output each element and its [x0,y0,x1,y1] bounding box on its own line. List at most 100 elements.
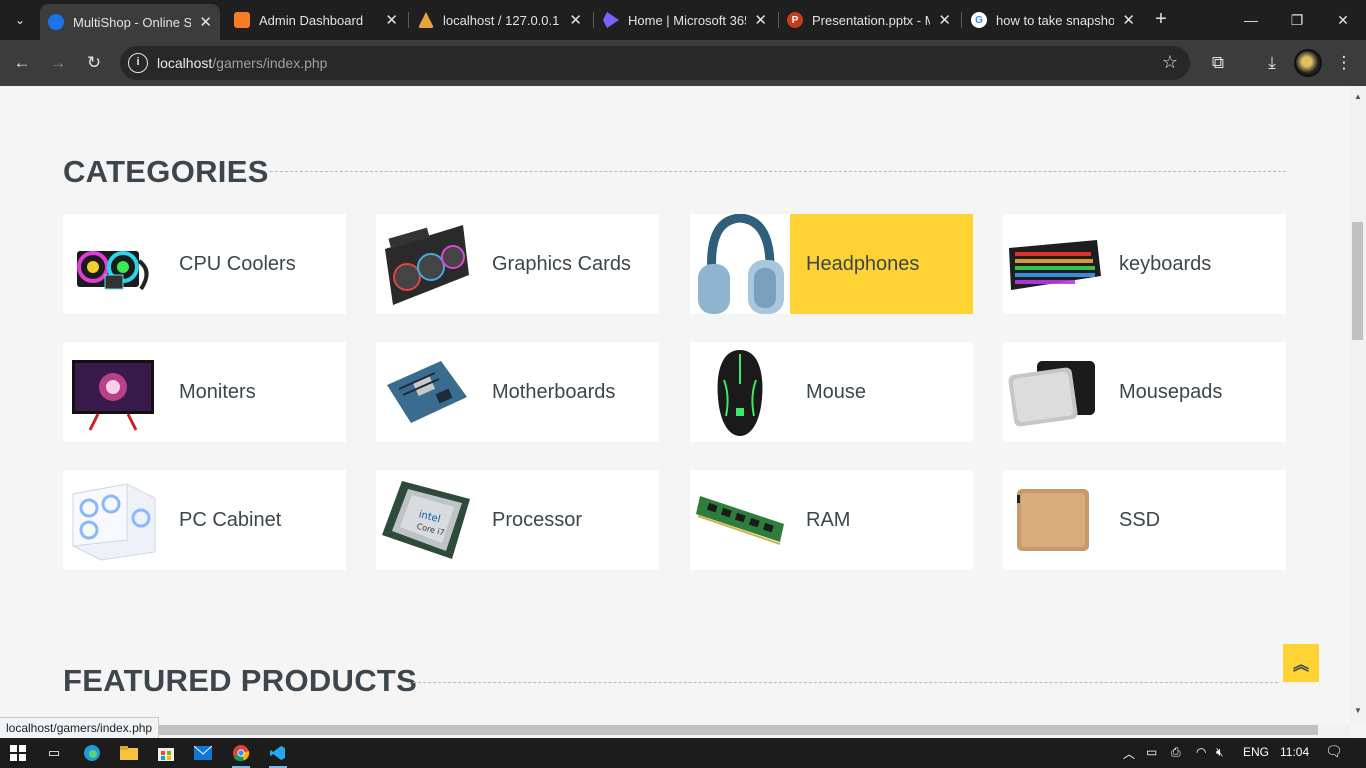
tab-separator [408,12,409,28]
chrome-icon[interactable] [229,741,253,768]
language-indicator[interactable]: ENG [1243,745,1269,759]
mouse-image [690,342,790,442]
category-name: Motherboards [492,381,616,403]
horizontal-scrollbar[interactable] [0,723,1350,737]
categories-heading: CATEGORIES [63,154,269,189]
tab-title: localhost / 127.0.0.1 / [443,12,561,28]
tab-title: how to take snapshot [996,12,1114,28]
tab-title: MultiShop - Online Sh [73,14,191,30]
reload-icon[interactable]: ↻ [80,49,108,77]
category-keyboards[interactable]: keyboards [1003,214,1286,314]
keyboard-image [1003,214,1103,314]
category-name: Mousepads [1119,381,1223,403]
close-window-icon[interactable]: ✕ [1320,0,1366,40]
ssd-image [1003,470,1103,570]
tab-search-icon[interactable]: ⌄ [6,6,34,34]
processor-image: intel Core i7 [376,470,476,570]
tab-google-search[interactable]: G how to take snapshot ✕ [963,6,1143,34]
windows-start-icon[interactable] [6,741,30,765]
category-pc-cabinet[interactable]: PC Cabinet [63,470,346,570]
pc-cabinet-image [63,470,163,570]
cpu-cooler-image [63,214,163,314]
store-icon[interactable] [154,741,178,765]
task-view-icon[interactable]: ▭ [42,741,66,765]
motherboard-image [376,342,476,442]
show-hidden-icons-icon[interactable]: ︿ [1123,745,1135,762]
menu-icon[interactable]: ⋮ [1330,49,1358,77]
back-to-top-button[interactable]: ︽ [1283,644,1319,682]
download-icon[interactable]: ⤓ [1258,49,1286,77]
close-tab-icon[interactable]: ✕ [1122,11,1135,29]
mail-icon[interactable] [191,741,215,765]
category-name: CPU Coolers [179,253,296,275]
wifi-icon[interactable]: ◠ [1196,745,1206,759]
microsoft365-favicon-icon [603,12,619,28]
category-cpu-coolers[interactable]: CPU Coolers [63,214,346,314]
mousepad-image [1003,342,1103,442]
profile-avatar[interactable] [1294,49,1322,77]
file-explorer-icon[interactable] [117,741,141,765]
tab-title: Admin Dashboard [259,12,364,28]
tab-title: Presentation.pptx - M [812,12,930,28]
bookmark-star-icon[interactable]: ☆ [1162,52,1178,73]
section-divider [270,171,1286,172]
category-moniters[interactable]: Moniters [63,342,346,442]
restore-icon[interactable]: ❐ [1274,0,1320,40]
headphones-image [690,214,790,314]
category-mouse[interactable]: Mouse [690,342,973,442]
tab-presentation[interactable]: P Presentation.pptx - M ✕ [779,6,959,34]
category-name: Processor [492,509,583,531]
scrollbar-thumb[interactable] [0,725,1318,735]
double-chevron-up-icon: ︽ [1292,657,1309,674]
tab-microsoft-365[interactable]: Home | Microsoft 365 ✕ [595,6,775,34]
powerpoint-favicon-icon: P [787,12,803,28]
device-icon[interactable]: ⎙ [1171,745,1181,760]
close-tab-icon[interactable]: ✕ [569,11,582,29]
category-graphics-cards[interactable]: Graphics Cards [376,214,659,314]
graphics-card-image [376,214,476,314]
multishop-favicon-icon [48,14,64,30]
link-status-bubble: localhost/gamers/index.php [0,717,160,739]
category-name: Headphones [790,214,973,314]
tab-phpmyadmin[interactable]: localhost / 127.0.0.1 / ✕ [410,6,590,34]
section-divider [408,682,1278,683]
forward-icon[interactable]: → [44,49,72,77]
edge-icon[interactable] [80,741,104,765]
category-headphones[interactable]: Headphones [690,214,973,314]
category-name: RAM [806,509,851,531]
category-name: SSD [1119,509,1161,531]
category-ssd[interactable]: SSD [1003,470,1286,570]
scroll-up-icon[interactable]: ▲ [1354,92,1362,101]
close-tab-icon[interactable]: ✕ [199,13,212,31]
monitor-image [63,342,163,442]
page-content: CATEGORIES CPU Coolers Graphics Cards He… [0,86,1350,723]
site-info-icon[interactable]: i [128,53,148,73]
url-text[interactable]: localhost/gamers/index.php [157,55,327,71]
scroll-down-icon[interactable]: ▼ [1354,706,1362,715]
close-tab-icon[interactable]: ✕ [938,11,951,29]
close-tab-icon[interactable]: ✕ [385,11,398,29]
vertical-scrollbar[interactable]: ▲ ▼ [1350,86,1366,723]
tab-admin-dashboard[interactable]: Admin Dashboard ✕ [226,6,406,34]
extensions-icon[interactable]: ⧉ [1204,49,1232,77]
back-icon[interactable]: ← [8,49,36,77]
category-name: PC Cabinet [179,509,282,531]
new-tab-icon[interactable]: + [1150,8,1172,30]
battery-icon[interactable]: ▭ [1146,745,1157,759]
notifications-icon[interactable]: 🗨︎ [1325,743,1343,760]
tab-strip: ⌄ MultiShop - Online Sh ✕ Admin Dashboar… [0,0,1366,40]
close-tab-icon[interactable]: ✕ [754,11,767,29]
xampp-favicon-icon [234,12,250,28]
clock[interactable]: 11:04 [1280,745,1309,759]
volume-muted-icon[interactable]: 🔇︎ [1216,745,1224,760]
scrollbar-thumb[interactable] [1352,222,1363,340]
category-ram[interactable]: RAM [690,470,973,570]
minimize-icon[interactable]: — [1228,0,1274,40]
category-motherboards[interactable]: Motherboards [376,342,659,442]
category-mousepads[interactable]: Mousepads [1003,342,1286,442]
tab-multishop[interactable]: MultiShop - Online Sh ✕ [40,4,220,40]
address-bar[interactable]: i localhost/gamers/index.php ☆ [120,46,1190,80]
ram-image [690,470,790,570]
vscode-icon[interactable] [266,741,290,768]
category-processor[interactable]: intel Core i7 Processor [376,470,659,570]
